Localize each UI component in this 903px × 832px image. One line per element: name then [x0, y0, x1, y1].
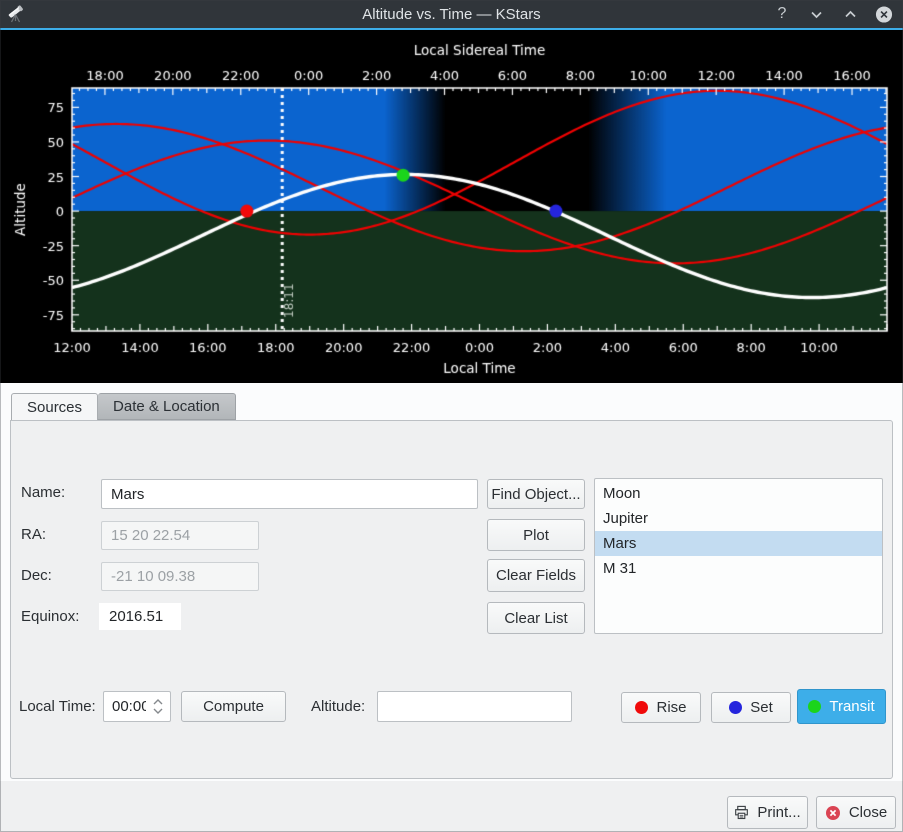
print-button[interactable]: Print...	[727, 796, 808, 829]
rise-button-label: Rise	[656, 699, 686, 716]
help-icon[interactable]: ?	[773, 5, 791, 23]
sources-panel: Name: RA: Dec: Equinox: 2016.51 Find Obj…	[10, 420, 893, 779]
equinox-value: 2016.51	[99, 603, 181, 630]
spin-up-icon[interactable]	[153, 699, 163, 705]
footer: Print... Close	[0, 781, 903, 832]
name-input[interactable]	[101, 479, 478, 509]
kstars-telescope-icon	[5, 3, 27, 25]
rise-marker-dot	[635, 701, 648, 714]
list-item-moon[interactable]: Moon	[595, 481, 882, 506]
transit-button-label: Transit	[829, 698, 874, 715]
transit-button[interactable]: Transit	[797, 689, 886, 724]
tab-sources[interactable]: Sources	[11, 393, 98, 420]
list-item-mars[interactable]: Mars	[595, 531, 882, 556]
ra-label: RA:	[21, 526, 46, 543]
tab-date-location[interactable]: Date & Location	[98, 393, 236, 420]
close-dialog-icon	[825, 805, 841, 821]
close-button[interactable]: Close	[816, 796, 896, 829]
altitude-label: Altitude:	[311, 698, 365, 715]
plot-button[interactable]: Plot	[487, 519, 585, 551]
set-button-label: Set	[750, 699, 773, 716]
ra-input[interactable]	[101, 521, 259, 550]
compute-button[interactable]: Compute	[181, 691, 286, 722]
source-listbox: Moon Jupiter Mars M 31	[594, 478, 883, 634]
altitude-input[interactable]	[377, 691, 572, 722]
local-time-spinbox[interactable]	[103, 691, 171, 722]
titlebar: Altitude vs. Time — KStars ?	[0, 0, 903, 28]
altitude-plot	[0, 30, 903, 383]
spin-down-icon[interactable]	[153, 708, 163, 714]
set-button[interactable]: Set	[711, 692, 791, 723]
list-item-jupiter[interactable]: Jupiter	[595, 506, 882, 531]
printer-icon	[734, 805, 749, 820]
dec-input[interactable]	[101, 562, 259, 591]
find-object-button[interactable]: Find Object...	[487, 479, 585, 509]
window-title: Altitude vs. Time — KStars	[0, 6, 903, 23]
transit-marker-dot	[808, 700, 821, 713]
list-item-m31[interactable]: M 31	[595, 556, 882, 581]
dialog-content: Sources Date & Location Name: RA: Dec: E…	[0, 383, 903, 781]
rise-button[interactable]: Rise	[621, 692, 701, 723]
close-button-label: Close	[849, 804, 887, 821]
print-button-label: Print...	[757, 804, 800, 821]
equinox-label: Equinox:	[21, 608, 79, 625]
shade-up-icon[interactable]	[841, 5, 859, 23]
clear-fields-button[interactable]: Clear Fields	[487, 559, 585, 592]
set-marker-dot	[729, 701, 742, 714]
local-time-input[interactable]	[104, 692, 146, 721]
local-time-label: Local Time:	[19, 698, 96, 715]
dec-label: Dec:	[21, 567, 52, 584]
clear-list-button[interactable]: Clear List	[487, 602, 585, 634]
name-label: Name:	[21, 484, 65, 501]
close-icon[interactable]	[875, 5, 893, 23]
tabbar: Sources Date & Location	[0, 383, 903, 420]
shade-down-icon[interactable]	[807, 5, 825, 23]
